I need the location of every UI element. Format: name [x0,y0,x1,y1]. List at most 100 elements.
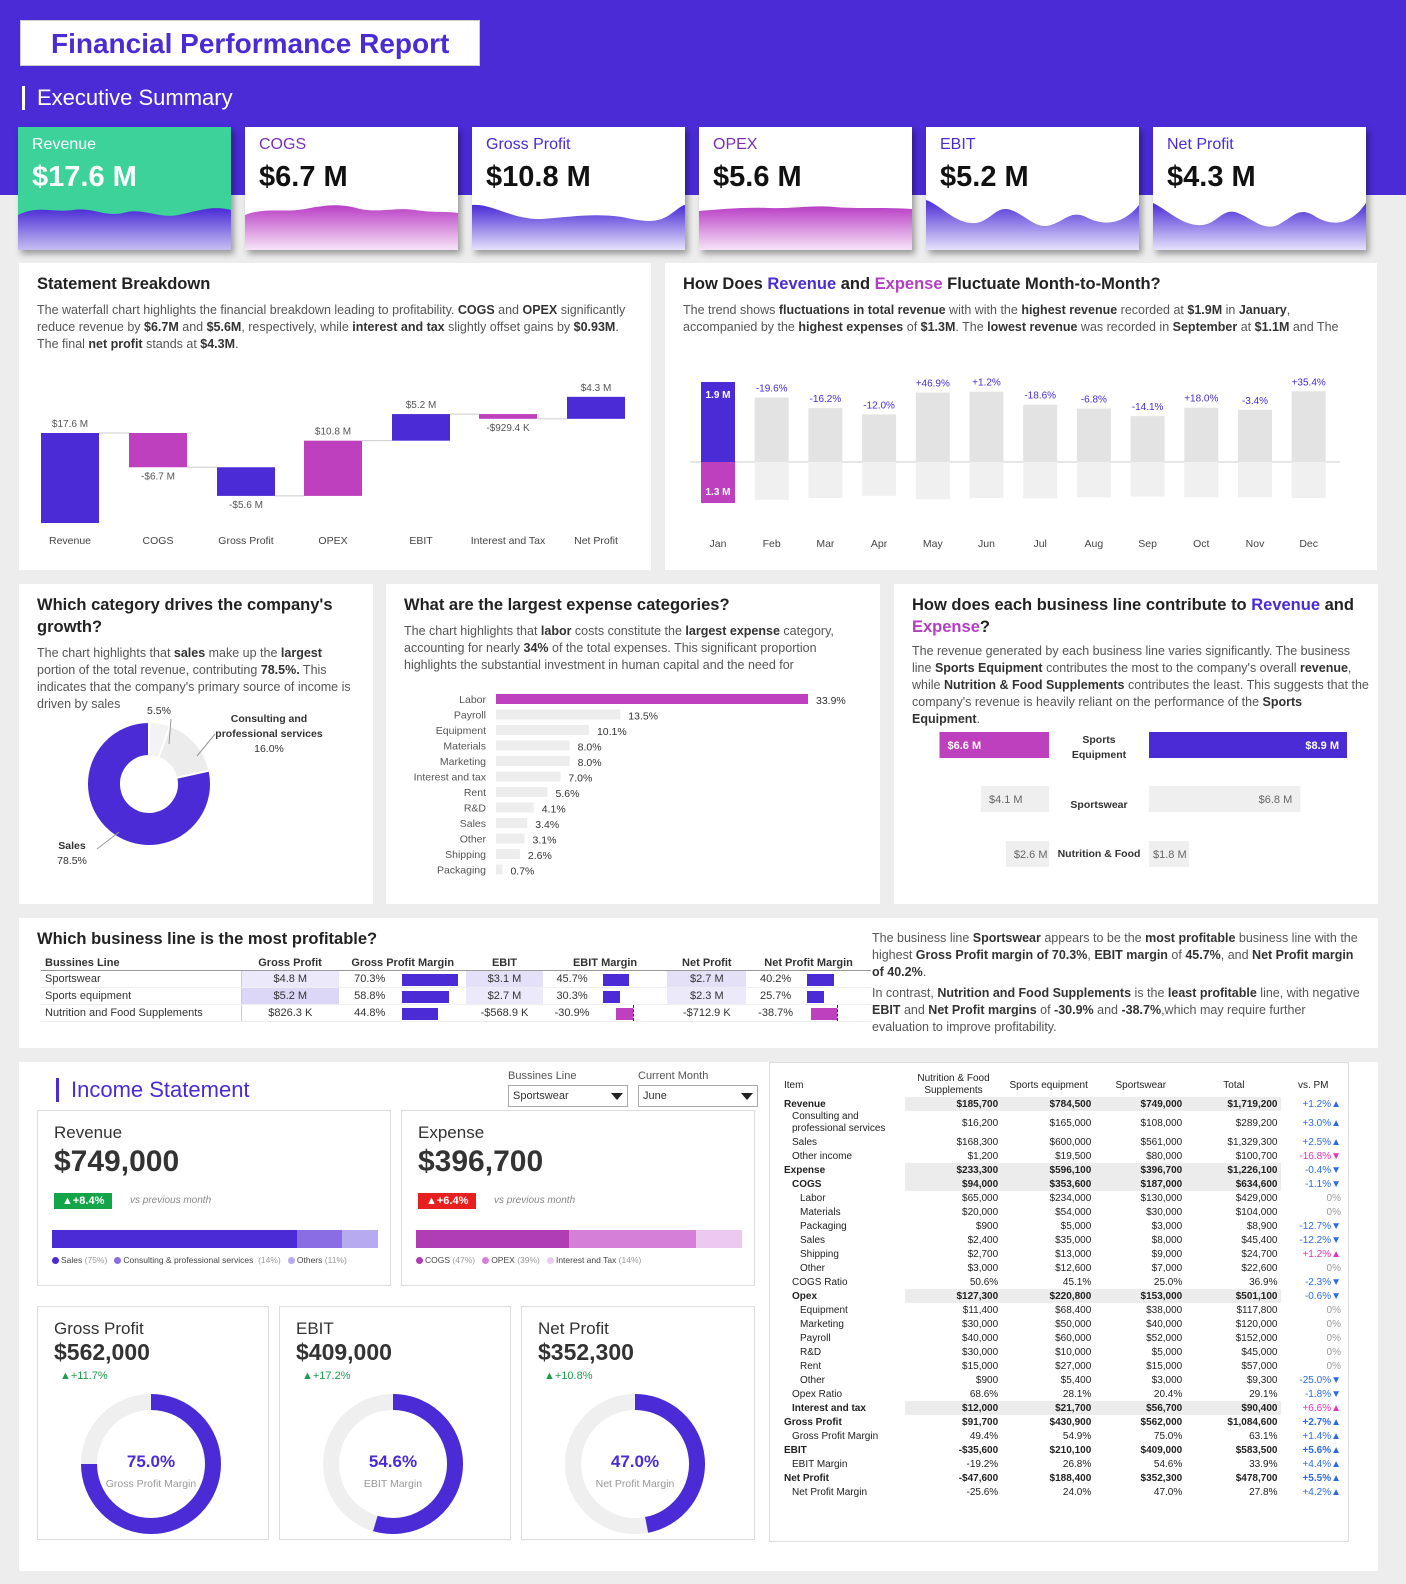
table-cell: 25.0% [1153,1276,1183,1288]
change-label: +35.4% [1292,377,1326,388]
kpi-gross-profit[interactable]: Gross Profit $10.8 M [472,127,685,250]
table-cell: 47.0% [1153,1486,1183,1498]
vs-pm-cell: +4.4%▲ [1302,1458,1341,1470]
table-cell: 63.1% [1249,1430,1278,1442]
month-label: Sep [1138,538,1157,550]
revenue-bar [969,391,1004,462]
income-statement-panel: Income Statement Bussines Line Sportswea… [19,1062,1378,1571]
expense-category-label: Rent [464,787,486,799]
kpi-sparkline [472,204,685,250]
table-cell: 29.1% [1249,1388,1278,1400]
table-cell: $27,000 [1055,1360,1092,1372]
table-cell: $12,600 [1055,1262,1092,1274]
expense-bar [496,802,534,813]
table-cell: Nutrition and Food Supplements [41,1004,241,1022]
table-row: Sales $2,400 $35,000 $8,000 $45,400 -12.2%▼ [780,1233,1345,1247]
table-cell: $501,100 [1186,1289,1282,1303]
business-line-label: Sports [1082,734,1115,746]
table-cell: $478,700 [1235,1472,1278,1484]
table-cell: $127,300 [904,1289,1003,1303]
table-cell: $108,000 [1140,1117,1183,1129]
profitability-text-2: In contrast, Nutrition and Food Suppleme… [872,986,1360,1034]
business-line-label: Equipment [1072,749,1127,761]
kpi-label: EBIT [940,136,976,153]
month-label: Mar [816,538,835,550]
table-row: Gross Profit Margin 49.4% 54.9% 75.0% 63.1% +… [780,1429,1345,1443]
kpi-sparkline [926,200,1139,250]
card-title: Gross Profit [54,1319,144,1338]
column-header: Sportswear [1115,1079,1167,1091]
margin-bar [807,991,825,1003]
monthly-chart: Jan 1.9 M 1.3 M Feb -19.6% Mar -16.2% Apr -12.0%… [690,377,1340,550]
table-row: Net Profit Margin -25.6% 24.0% 47.0% 27.8% +4… [780,1485,1345,1499]
kpi-sparkline [699,206,912,250]
change-badge: ▲+8.4% [54,1193,113,1209]
table-cell: 25.7% [746,987,805,1005]
table-row: Other $3,000 $12,600 $7,000 $22,600 0% [780,1261,1345,1275]
vs-pm-cell: +6.6%▲ [1302,1402,1341,1414]
kpi-value: $17.6 M [32,161,137,193]
kpi-sparkline [245,205,458,250]
table-cell: 33.9% [1249,1458,1278,1470]
kpi-cogs[interactable]: COGS $6.7 M [245,127,458,250]
vs-label: vs previous month [494,1195,576,1206]
table-cell: $562,000 [1140,1416,1183,1428]
expense-bar [496,849,520,859]
table-cell: -38.7% [746,1004,805,1022]
table-cell: $3,000 [967,1262,999,1274]
expense-bar [754,462,789,500]
change-label: -3.4% [1242,396,1268,407]
table-row: Equipment $11,400 $68,400 $38,000 $117,800 0% [780,1303,1345,1317]
margin-bar-cell [400,1004,467,1022]
expense-bar [862,462,897,496]
margin-bar-cell [805,987,871,1005]
change-label: +18.0% [1184,394,1218,405]
margin-bar [603,991,621,1003]
waterfall-chart: $17.6 M Revenue -$6.7 M COGS -$5.6 M Gross Pr… [41,383,625,547]
kpi-value: $5.6 M [713,161,802,193]
table-cell: $152,000 [1235,1332,1278,1344]
expense-card: Expense $396,700 ▲+6.4% vs previous mont… [401,1110,755,1286]
revenue-bar [1130,416,1165,462]
row-label: Materials [800,1206,841,1218]
table-cell: $80,000 [1146,1150,1183,1162]
statement-breakdown-panel: Statement Breakdown The waterfall chart … [19,263,651,570]
table-cell: $65,000 [962,1192,999,1204]
table-cell: $1,084,600 [1227,1416,1278,1428]
expense-category-label: R&D [464,803,487,815]
revenue-bar [754,397,789,462]
kpi-net-profit[interactable]: Net Profit $4.3 M [1153,127,1366,250]
category-panel: Which category drives the company's grow… [19,584,373,904]
table-cell: $8,000 [1151,1234,1183,1246]
vs-label: vs previous month [130,1195,212,1206]
business-line-dropdown[interactable]: Sportswear [508,1085,628,1107]
table-cell: $9,000 [1151,1248,1183,1260]
vs-pm-cell: +2.7%▲ [1302,1416,1341,1428]
panel-description: The chart highlights that labor costs co… [404,624,834,672]
table-cell: $561,000 [1140,1136,1183,1148]
income-statement-title: Income Statement [56,1078,250,1102]
business-line-label: Nutrition & Food [1058,848,1141,860]
table-cell: 40.2% [746,970,805,988]
monthly-panel: How Does Revenue and Expense Fluctuate M… [665,263,1377,570]
zero-axis [837,1005,838,1021]
kpi-ebit[interactable]: EBIT $5.2 M [926,127,1139,250]
table-cell: 68.6% [969,1388,999,1400]
kpi-revenue[interactable]: Revenue $17.6 M [18,127,231,250]
margin-bar [402,991,450,1003]
row-label: Sales [792,1136,818,1148]
waterfall-bar [479,414,537,419]
table-cell: 44.8% [339,1004,401,1022]
month-label: Nov [1246,538,1265,550]
kpi-opex[interactable]: OPEX $5.6 M [699,127,912,250]
table-row: Payroll $40,000 $60,000 $52,000 $152,000 0% [780,1331,1345,1345]
table-row: COGS $94,000 $353,600 $187,000 $634,600 -1.1%… [780,1177,1345,1191]
table-cell: -$47,600 [958,1472,999,1484]
column-header: Bussines Line [41,956,241,971]
month-dropdown[interactable]: June [638,1085,758,1107]
row-label: Revenue [784,1098,826,1110]
leader-line [96,831,120,850]
table-cell: $120,000 [1235,1318,1278,1330]
bar-segment-cogs [416,1230,570,1248]
table-cell: Sportswear [41,970,241,988]
